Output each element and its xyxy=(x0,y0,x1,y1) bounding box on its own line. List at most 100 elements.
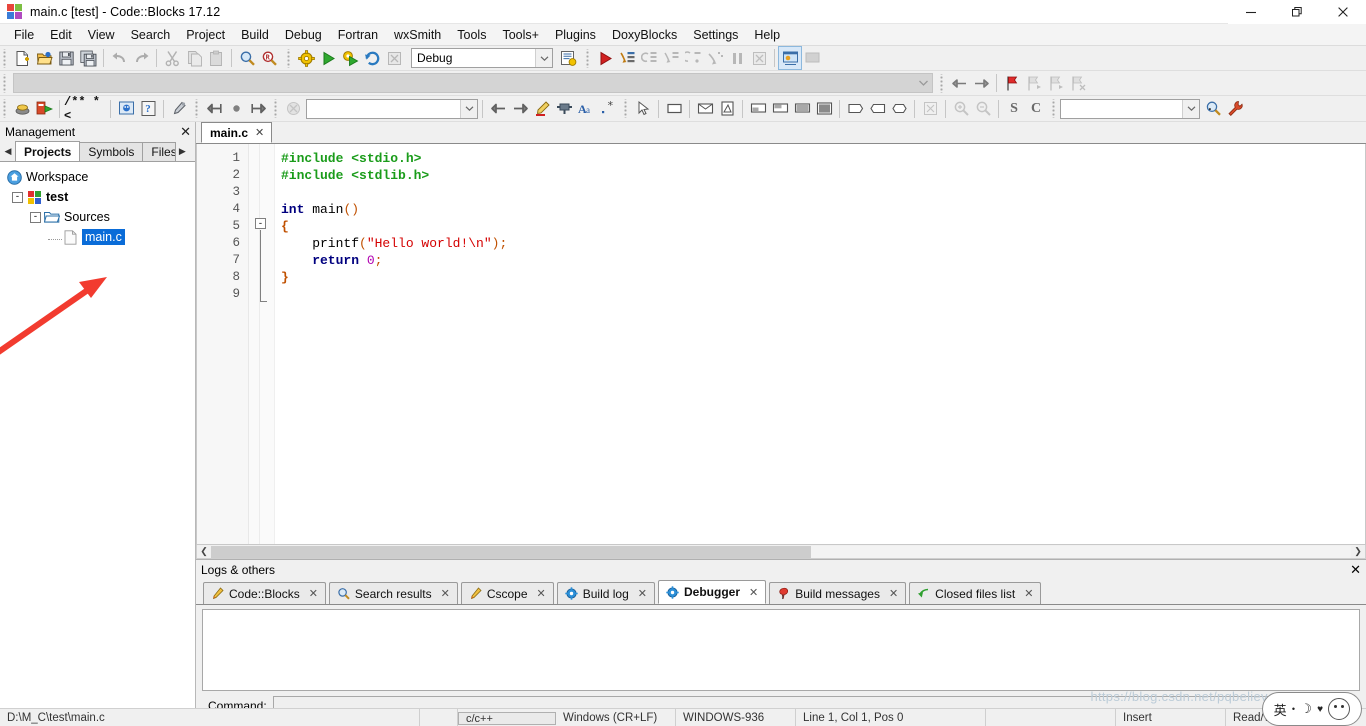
menu-item-fortran[interactable]: Fortran xyxy=(330,25,386,45)
tree-node-project[interactable]: - test xyxy=(0,187,195,207)
tabs-scroll-left-icon[interactable]: ◀ xyxy=(1,142,15,161)
menu-item-tools[interactable]: Tools xyxy=(449,25,494,45)
ime-avatar-icon[interactable] xyxy=(1328,698,1350,720)
log-tab-close-icon[interactable]: ✕ xyxy=(1024,587,1033,600)
redo-icon[interactable] xyxy=(130,47,152,69)
nav-back-icon[interactable] xyxy=(948,72,970,94)
toolbar-grip[interactable] xyxy=(286,49,293,68)
debugging-windows-icon[interactable] xyxy=(779,47,801,69)
doxywizard-icon[interactable] xyxy=(115,98,137,120)
expand-icon[interactable] xyxy=(888,98,910,120)
toolbar-grip[interactable] xyxy=(194,99,201,118)
doxyblocks-extract-icon[interactable] xyxy=(33,98,55,120)
log-tab-close-icon[interactable]: ✕ xyxy=(749,586,758,599)
wxs-widget-icon[interactable] xyxy=(553,98,575,120)
menu-item-project[interactable]: Project xyxy=(178,25,233,45)
various-info-icon[interactable] xyxy=(801,47,823,69)
browse-forward-icon[interactable] xyxy=(247,98,269,120)
run-icon[interactable] xyxy=(317,47,339,69)
browse-mark-icon[interactable] xyxy=(225,98,247,120)
debug-stop-icon[interactable] xyxy=(748,47,770,69)
doxy-comment-icon[interactable]: /** *< xyxy=(64,98,106,120)
menu-item-file[interactable]: File xyxy=(6,25,42,45)
toolbar-grip[interactable] xyxy=(2,99,9,118)
previous-bookmark-icon[interactable] xyxy=(1023,72,1045,94)
log-tab-cscope[interactable]: Cscope✕ xyxy=(461,582,554,604)
toggle-bookmark-icon[interactable] xyxy=(1001,72,1023,94)
ime-dot-icon[interactable]: • xyxy=(1292,704,1295,714)
toolbar-grip[interactable] xyxy=(2,49,9,68)
dialog-icon[interactable] xyxy=(694,98,716,120)
log-tab-build-messages[interactable]: Build messages✕ xyxy=(769,582,906,604)
fold-toggle-icon[interactable]: - xyxy=(255,218,266,229)
toolbar-grip[interactable] xyxy=(939,74,946,93)
sizer-h-icon[interactable] xyxy=(747,98,769,120)
sizer-box-icon[interactable] xyxy=(813,98,835,120)
cscope-query-select[interactable] xyxy=(1060,99,1200,119)
open-file-icon[interactable] xyxy=(33,47,55,69)
menu-item-view[interactable]: View xyxy=(80,25,123,45)
menu-item-settings[interactable]: Settings xyxy=(685,25,746,45)
minimize-button[interactable] xyxy=(1228,0,1274,24)
sizer-v-icon[interactable] xyxy=(769,98,791,120)
replace-icon[interactable]: R xyxy=(258,47,280,69)
toolbar-grip[interactable] xyxy=(623,99,630,118)
log-tab-close-icon[interactable]: ✕ xyxy=(441,587,450,600)
cscope-s-icon[interactable]: S xyxy=(1003,98,1025,120)
tab-projects[interactable]: Projects xyxy=(15,141,80,161)
debug-run-to-cursor-icon[interactable] xyxy=(616,47,638,69)
nav-forward-icon[interactable] xyxy=(970,72,992,94)
zoom-out-icon[interactable] xyxy=(972,98,994,120)
tab-files[interactable]: Files xyxy=(142,142,176,161)
toolbar-grip[interactable] xyxy=(273,99,280,118)
fold-margin[interactable]: - xyxy=(249,144,275,544)
zoom-in-icon[interactable] xyxy=(950,98,972,120)
browse-back-icon[interactable] xyxy=(203,98,225,120)
new-file-icon[interactable] xyxy=(11,47,33,69)
toolbar-grip[interactable] xyxy=(585,49,592,68)
code-editor[interactable]: 123456789 - #include <stdio.h>#include <… xyxy=(196,144,1366,545)
menu-item-wxsmith[interactable]: wxSmith xyxy=(386,25,449,45)
management-close-icon[interactable]: ✕ xyxy=(180,126,191,138)
sources-expander[interactable]: - xyxy=(30,212,41,223)
debug-break-icon[interactable] xyxy=(726,47,748,69)
abort-icon[interactable] xyxy=(383,47,405,69)
log-tab-closed-files-list[interactable]: Closed files list✕ xyxy=(909,582,1041,604)
code-completion-scope-select[interactable] xyxy=(13,73,933,93)
doxyblocks-config-icon[interactable] xyxy=(168,98,190,120)
frame-icon[interactable] xyxy=(716,98,738,120)
menu-item-doxyblocks[interactable]: DoxyBlocks xyxy=(604,25,685,45)
cscope-find-icon[interactable] xyxy=(1202,98,1224,120)
log-tab-close-icon[interactable]: ✕ xyxy=(309,587,318,600)
cscope-c-icon[interactable]: C xyxy=(1025,98,1047,120)
menu-item-debug[interactable]: Debug xyxy=(277,25,330,45)
code-text[interactable]: #include <stdio.h>#include <stdlib.h> in… xyxy=(275,144,1365,544)
panel-icon[interactable] xyxy=(663,98,685,120)
build-and-run-icon[interactable] xyxy=(339,47,361,69)
log-tab-close-icon[interactable]: ✕ xyxy=(638,587,647,600)
editor-tab-mainc[interactable]: main.c ✕ xyxy=(201,122,272,143)
logs-close-icon[interactable]: ✕ xyxy=(1350,562,1361,578)
hscroll-track[interactable] xyxy=(211,546,1351,558)
rebuild-icon[interactable] xyxy=(361,47,383,69)
wxs-edit-icon[interactable] xyxy=(531,98,553,120)
editor-tab-close-icon[interactable]: ✕ xyxy=(255,126,264,139)
log-tab-close-icon[interactable]: ✕ xyxy=(537,587,546,600)
tab-symbols[interactable]: Symbols xyxy=(79,142,143,161)
debug-next-instruction-icon[interactable] xyxy=(704,47,726,69)
sizer-grid-icon[interactable] xyxy=(791,98,813,120)
doxyblocks-help-icon[interactable]: ? xyxy=(137,98,159,120)
undo-icon[interactable] xyxy=(108,47,130,69)
symbol-select[interactable] xyxy=(306,99,478,119)
build-targets-icon[interactable] xyxy=(557,47,579,69)
find-icon[interactable] xyxy=(236,47,258,69)
spacer-icon[interactable] xyxy=(844,98,866,120)
debug-continue-icon[interactable] xyxy=(594,47,616,69)
copy-icon[interactable] xyxy=(183,47,205,69)
next-bookmark-icon[interactable] xyxy=(1045,72,1067,94)
build-target-select[interactable]: Debug xyxy=(411,48,553,68)
save-all-icon[interactable] xyxy=(77,47,99,69)
wxs-forward-icon[interactable] xyxy=(509,98,531,120)
ime-moon-icon[interactable]: ☽ xyxy=(1300,701,1312,717)
menu-item-tools-[interactable]: Tools+ xyxy=(494,25,546,45)
